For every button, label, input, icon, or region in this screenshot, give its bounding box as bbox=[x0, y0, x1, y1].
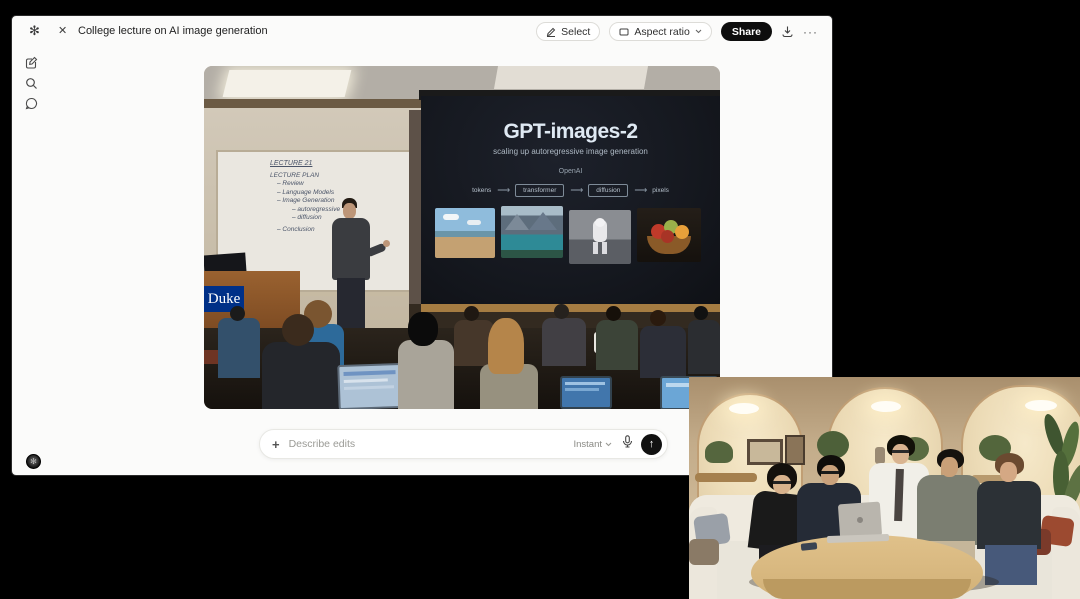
mode-dropdown[interactable]: Instant bbox=[573, 439, 612, 450]
mode-label: Instant bbox=[573, 439, 602, 450]
edit-prompt-input[interactable] bbox=[289, 438, 574, 450]
aspect-ratio-label: Aspect ratio bbox=[634, 26, 689, 38]
page-title: College lecture on AI image generation bbox=[78, 25, 268, 37]
duke-sign: Duke bbox=[204, 286, 244, 312]
slide-title: GPT-images-2 bbox=[421, 120, 720, 144]
aspect-ratio-button[interactable]: Aspect ratio bbox=[609, 22, 711, 41]
flow-diffusion-box: diffusion bbox=[588, 184, 628, 197]
share-button[interactable]: Share bbox=[721, 22, 772, 41]
arrow-right-icon: ⟶ bbox=[570, 185, 582, 196]
frame-icon bbox=[619, 27, 629, 37]
plus-icon[interactable]: + bbox=[272, 437, 280, 452]
lecture-image[interactable]: LECTURE 21 LECTURE PLAN – Review – Langu… bbox=[204, 66, 720, 409]
slide-flow-diagram: tokens ⟶ transformer ⟶ diffusion ⟶ pixel… bbox=[421, 184, 720, 197]
compose-icon[interactable] bbox=[25, 56, 39, 70]
flow-transformer-box: transformer bbox=[515, 184, 564, 197]
pendant-lamp bbox=[871, 401, 901, 412]
slide-screen: GPT-images-2 scaling up autoregressive i… bbox=[421, 96, 720, 304]
topbar: ✻ ✕ College lecture on AI image generati… bbox=[12, 16, 832, 46]
picture-frames bbox=[747, 439, 783, 465]
up-arrow-icon: ↑ bbox=[649, 438, 655, 450]
chevron-down-icon bbox=[605, 442, 612, 447]
submit-button[interactable]: ↑ bbox=[641, 434, 662, 455]
plant bbox=[705, 441, 733, 463]
laptop bbox=[838, 502, 882, 539]
pen-icon bbox=[546, 27, 556, 37]
whiteboard-line: – Review bbox=[270, 180, 410, 189]
user-avatar[interactable]: ✻ bbox=[26, 454, 41, 469]
more-options-icon[interactable]: ··· bbox=[803, 27, 818, 37]
pillow bbox=[689, 539, 719, 565]
pendant-lamp bbox=[1025, 400, 1057, 411]
pendant-lamp bbox=[729, 403, 759, 414]
close-icon[interactable]: ✕ bbox=[58, 24, 67, 37]
webcam-overlay-video bbox=[689, 377, 1080, 599]
astronaut-thumbnail bbox=[569, 210, 631, 264]
mountain-lake-thumbnail bbox=[501, 206, 563, 258]
arrow-right-icon: ⟶ bbox=[497, 185, 509, 196]
lecturer-figure bbox=[324, 194, 384, 334]
flow-pixels-label: pixels bbox=[652, 187, 669, 194]
flow-tokens-label: tokens bbox=[472, 187, 491, 194]
select-button[interactable]: Select bbox=[536, 22, 600, 41]
arrow-right-icon: ⟶ bbox=[634, 185, 646, 196]
whiteboard-line: LECTURE 21 bbox=[270, 160, 410, 169]
slide-brand: OpenAI bbox=[421, 168, 720, 175]
fruit-bowl-thumbnail bbox=[637, 208, 701, 262]
select-label: Select bbox=[561, 26, 590, 38]
beach-thumbnail bbox=[435, 208, 495, 258]
chevron-down-icon bbox=[695, 29, 702, 34]
chat-icon[interactable] bbox=[25, 97, 39, 111]
openai-logo-icon[interactable]: ✻ bbox=[29, 24, 40, 38]
whiteboard-line: LECTURE PLAN bbox=[270, 172, 410, 181]
slide-subtitle: scaling up autoregressive image generati… bbox=[421, 147, 720, 156]
edit-prompt-bar[interactable]: + Instant ↑ bbox=[259, 429, 668, 459]
download-icon[interactable] bbox=[781, 25, 794, 38]
mic-icon[interactable] bbox=[622, 435, 633, 453]
search-icon[interactable] bbox=[25, 77, 39, 91]
